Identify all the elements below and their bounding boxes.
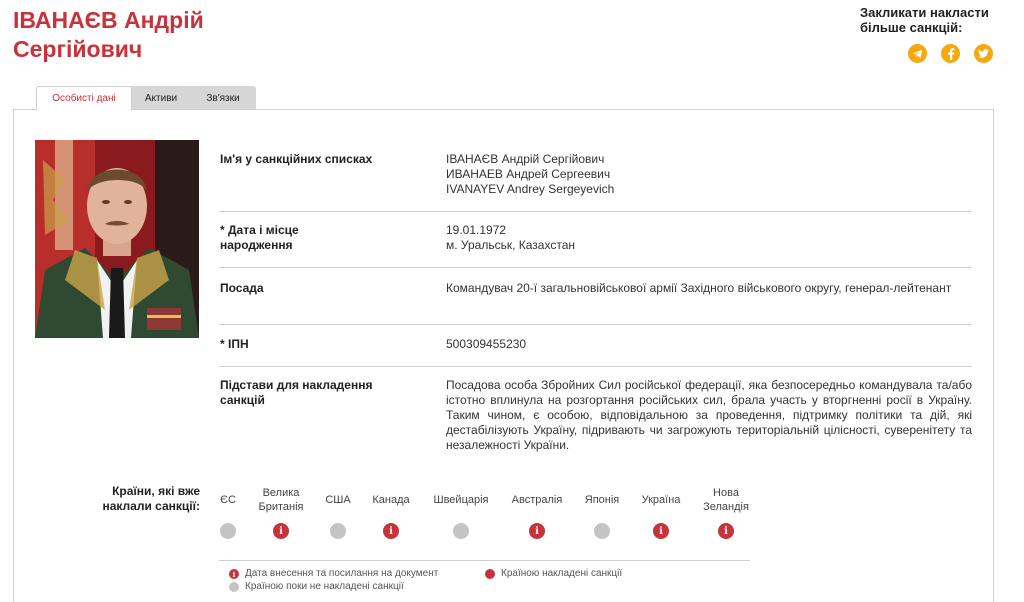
names-label: Ім'я у санкційних списках [220,152,373,166]
grounds-row: Підстави для накладення санкцій Посадова… [219,378,972,460]
info-icon-canada[interactable]: i [383,523,399,539]
birth-row: * Дата і місце народження 19.01.1972 м. … [219,223,972,268]
name-ukrainian: ІВАНАЄВ Андрій Сергійович [446,152,605,166]
telegram-icon[interactable] [908,44,927,63]
legend-imposed-icon [485,569,495,579]
grounds-label: Підстави для накладення санкцій [220,378,373,407]
position-value: Командувач 20-ї загальновійськової армії… [446,281,952,295]
status-dot-usa [330,523,346,539]
legend-divider [219,560,750,561]
page-title: ІВАНАЄВ Андрій Сергійович [13,7,204,62]
legend-imposed-text: Країною накладені санкції [501,568,623,579]
legend-info-icon: i [229,569,239,579]
info-icon-ukraine[interactable]: i [653,523,669,539]
call-to-action-text: Закликати накласти більше санкцій: [860,5,989,35]
ipn-label: * ІПН [220,337,249,351]
birth-date: 19.01.1972 [446,223,507,237]
tab-personal-data[interactable]: Особисті дані [36,86,132,111]
tab-connections[interactable]: Зв'язки [190,86,256,110]
legend-info-text: Дата внесення та посилання на документ [245,568,439,579]
name-latin: IVANAYEV Andrey Sergeyevich [446,182,615,196]
status-dot-japan [594,523,610,539]
ipn-row: * ІПН 500309455230 [219,337,972,367]
person-photo [35,140,199,338]
position-row: Посада Командувач 20-ї загальновійськово… [219,281,972,325]
status-dot-eu [220,523,236,539]
country-new-zealand: Нова Зеландія [703,487,749,513]
legend-not-imposed-icon [229,582,239,592]
facebook-icon[interactable] [941,44,960,63]
status-dot-switzerland [453,523,469,539]
country-switzerland: Швейцарія [433,494,489,506]
names-row: Ім'я у санкційних списках ІВАНАЄВ Андрій… [219,152,972,212]
grounds-value: Посадова особа Збройних Сил російської ф… [446,378,972,452]
sanctions-countries-label: Країни, які вже наклали санкції: [102,484,200,513]
birth-place: м. Уральськ, Казахстан [446,238,576,252]
birth-label: * Дата і місце народження [220,223,299,252]
info-icon-uk[interactable]: i [273,523,289,539]
names-value: ІВАНАЄВ Андрій Сергійович ИВАНАЕВ Андрей… [446,152,972,197]
twitter-icon[interactable] [974,44,993,63]
birth-value: 19.01.1972 м. Уральськ, Казахстан [446,223,972,253]
tab-assets[interactable]: Активи [128,86,194,110]
ipn-value: 500309455230 [446,337,527,351]
position-label: Посада [220,281,264,295]
country-canada: Канада [372,494,410,506]
legend-not-imposed-text: Країною поки не накладені санкції [245,581,404,592]
name-russian: ИВАНАЕВ Андрей Сергеевич [446,167,611,181]
info-icon-australia[interactable]: i [529,523,545,539]
info-icon-new-zealand[interactable]: i [718,523,734,539]
country-ukraine: Україна [641,494,681,506]
